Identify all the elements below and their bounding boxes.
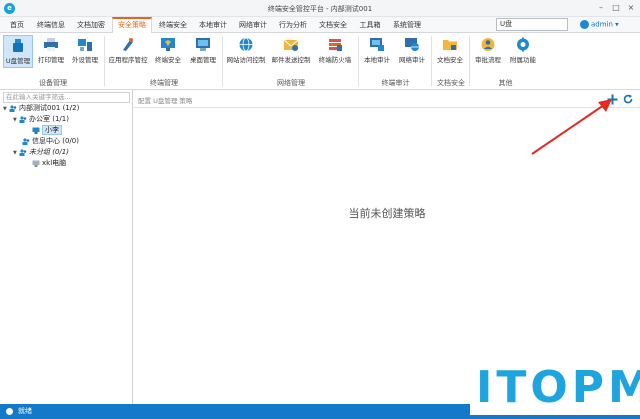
desktop-icon — [196, 38, 210, 51]
group-terminal-audit: 终端审计 — [381, 79, 410, 87]
search-input[interactable]: U盘 — [496, 18, 568, 31]
tab-terminal-info[interactable]: 终端信息 — [32, 17, 70, 33]
app-control-icon — [123, 38, 133, 51]
tree-node-office[interactable]: ▼ 办公室 (1/1) — [13, 114, 69, 124]
tree-node-xiaoli[interactable]: 小李 — [32, 125, 62, 135]
approval-process-button[interactable]: 审批流程 — [472, 35, 504, 68]
group-document-security: 文档安全 — [437, 79, 465, 87]
email-send-control-button[interactable]: 邮件发送控制 — [270, 35, 312, 68]
document-security-button[interactable]: 文档安全 — [434, 35, 466, 68]
website-access-control-button[interactable]: 网站访问控制 — [225, 35, 267, 68]
local-audit-icon — [370, 38, 384, 51]
menu-bar: 首页 终端信息 文档加密 安全策略 终端安全 本地审计 网络审计 行为分析 文档… — [0, 17, 640, 34]
tree-filter-input[interactable]: 在此输入关键字筛选... — [3, 92, 130, 103]
approval-icon — [481, 38, 495, 51]
tree-node-xkl-pc[interactable]: xkl电脑 — [32, 158, 66, 168]
tab-doc-security[interactable]: 文档安全 — [314, 17, 352, 33]
user-icon — [580, 20, 589, 29]
gear-icon — [517, 37, 529, 52]
peripheral-icon — [78, 39, 92, 51]
watermark-text: ITOPM — [476, 362, 640, 413]
empty-state-message: 当前未创建策略 — [348, 207, 426, 220]
group-device-management: 设备管理 — [39, 79, 67, 87]
group-users-icon — [19, 115, 27, 123]
group-users-icon — [9, 104, 17, 112]
username: admin — [591, 20, 613, 29]
folder-lock-icon — [443, 40, 457, 50]
watermark-logo: ITOPM — [470, 360, 640, 415]
minimize-icon[interactable]: – — [594, 2, 608, 14]
ribbon-toolbar: U盘管理 打印管理 外设管理 设备管理 应用程序管控 终端安全 桌面管理 终端管… — [0, 33, 640, 90]
globe-icon — [239, 37, 253, 52]
organization-tree-panel: 在此输入关键字筛选... ▼ 内部测试001 (1/2) ▼ 办公室 (1/1) 小… — [0, 90, 133, 404]
window-title: 终端安全管控平台 - 内部测试001 — [267, 5, 373, 13]
close-icon[interactable]: × — [624, 2, 638, 14]
peripheral-management-button[interactable]: 外设管理 — [69, 35, 101, 68]
group-terminal-management: 终端管理 — [150, 79, 178, 87]
terminal-security-button[interactable]: 终端安全 — [152, 35, 184, 68]
refresh-icon[interactable] — [623, 94, 633, 104]
tab-network-audit[interactable]: 网络审计 — [234, 17, 272, 33]
computer-offline-icon — [32, 160, 40, 167]
usb-drive-icon — [13, 39, 23, 52]
local-audit-button[interactable]: 本地审计 — [361, 35, 393, 68]
desktop-management-button[interactable]: 桌面管理 — [187, 35, 219, 68]
status-indicator-icon — [6, 408, 13, 415]
terminal-firewall-button[interactable]: 终端防火墙 — [315, 35, 355, 68]
tab-doc-encryption[interactable]: 文档加密 — [72, 17, 110, 33]
usb-management-button[interactable]: U盘管理 — [3, 35, 33, 68]
network-audit-icon — [405, 38, 419, 51]
tab-behavior-analysis[interactable]: 行为分析 — [274, 17, 312, 33]
printer-icon — [44, 38, 58, 51]
group-network-management: 网络管理 — [277, 79, 305, 87]
group-users-icon — [19, 148, 27, 156]
tree-node-ungrouped[interactable]: ▼ 未分组 (0/1) — [13, 147, 69, 157]
print-management-button[interactable]: 打印管理 — [36, 35, 66, 68]
tree-node-root[interactable]: ▼ 内部测试001 (1/2) — [3, 103, 79, 113]
additional-features-button[interactable]: 附属功能 — [507, 35, 539, 68]
annotation-arrow — [531, 99, 612, 155]
tab-terminal-security[interactable]: 终端安全 — [154, 17, 192, 33]
tab-home[interactable]: 首页 — [4, 17, 30, 33]
network-audit-button[interactable]: 网络审计 — [396, 35, 428, 68]
user-menu[interactable]: admin ▾ — [580, 20, 619, 31]
status-text: 就绪 — [18, 407, 32, 415]
group-other: 其他 — [498, 79, 513, 87]
maximize-icon[interactable]: □ — [609, 2, 623, 14]
tab-local-audit[interactable]: 本地审计 — [194, 17, 232, 33]
tab-system-management[interactable]: 系统管理 — [388, 17, 426, 33]
app-control-button[interactable]: 应用程序管控 — [107, 35, 149, 68]
group-users-icon — [22, 137, 30, 145]
tree-node-info-center[interactable]: 信息中心 (0/0) — [22, 136, 79, 146]
tab-toolbox[interactable]: 工具箱 — [354, 17, 386, 33]
computer-online-icon — [32, 127, 40, 134]
firewall-icon — [329, 39, 342, 51]
monitor-shield-icon — [161, 38, 175, 51]
breadcrumb: 配置 U盘管理 策略 — [138, 97, 193, 105]
tab-security-policy[interactable]: 安全策略 — [112, 17, 152, 34]
title-bar: e 终端安全管控平台 - 内部测试001 – □ × — [0, 0, 640, 17]
email-icon — [283, 39, 299, 51]
